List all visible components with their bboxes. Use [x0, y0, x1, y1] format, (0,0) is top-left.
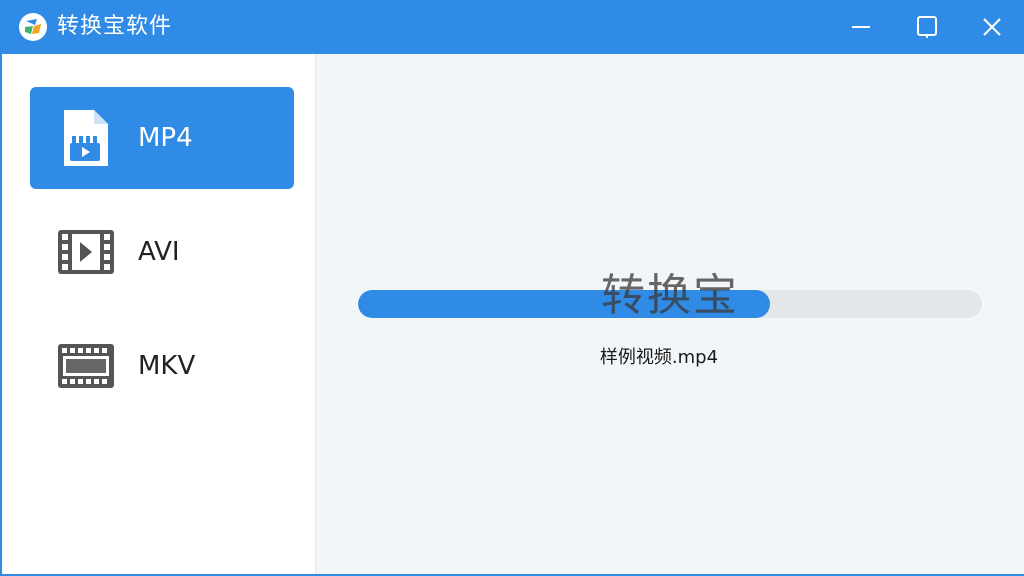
play-film-icon	[58, 230, 114, 274]
maximize-icon	[917, 16, 937, 38]
format-sidebar: MP4 AVI MKV	[2, 54, 316, 574]
progress-fill	[358, 290, 770, 318]
sidebar-item-label: MKV	[138, 351, 196, 381]
conversion-panel: 转换宝 样例视频.mp4	[316, 54, 1024, 574]
maximize-button[interactable]	[898, 0, 956, 54]
title-bar[interactable]: 转换宝软件	[2, 0, 1024, 54]
mp4-file-icon	[64, 110, 108, 166]
app-logo-icon	[19, 13, 47, 41]
sidebar-item-mp4[interactable]: MP4	[30, 87, 294, 189]
minimize-icon	[852, 26, 870, 28]
sidebar-item-mkv[interactable]: MKV	[30, 315, 294, 417]
sidebar-item-label: MP4	[138, 123, 193, 153]
app-window: 转换宝软件 MP4 AVI MKV 转换宝 样例视频.mp4	[0, 0, 1024, 576]
sidebar-item-label: AVI	[138, 237, 180, 267]
close-button[interactable]	[963, 0, 1021, 54]
current-file-name: 样例视频.mp4	[599, 347, 719, 368]
minimize-button[interactable]	[832, 0, 890, 54]
film-strip-icon	[58, 344, 114, 388]
close-icon	[983, 18, 1001, 36]
conversion-progress-bar	[358, 290, 982, 318]
window-title: 转换宝软件	[57, 14, 173, 39]
sidebar-item-avi[interactable]: AVI	[30, 201, 294, 303]
